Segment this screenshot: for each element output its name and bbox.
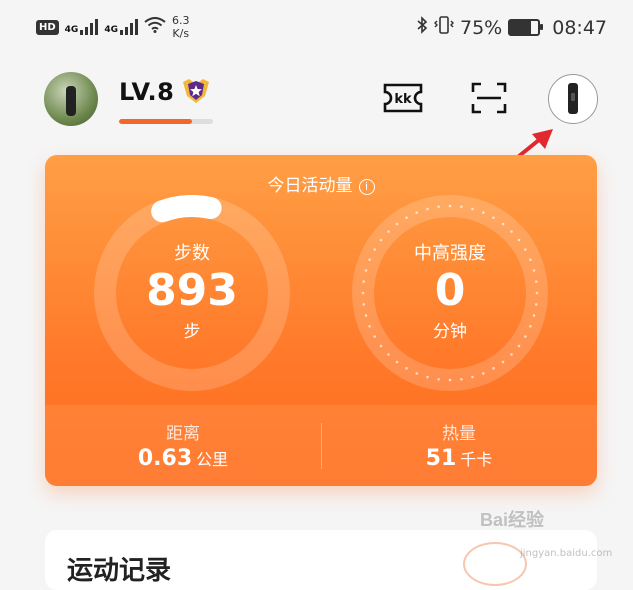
level-progress-fill bbox=[119, 119, 193, 124]
steps-summary: 步数 893 步 bbox=[94, 239, 290, 342]
clock: 08:47 bbox=[552, 16, 607, 39]
avatar[interactable] bbox=[44, 72, 98, 126]
sim1-label: 4G bbox=[64, 25, 79, 35]
sim2-signal-icon: 4G bbox=[104, 19, 138, 35]
status-right: 75% 08:47 bbox=[416, 16, 607, 39]
hd-icon: HD bbox=[36, 19, 59, 35]
sim2-label: 4G bbox=[104, 25, 118, 35]
battery-icon bbox=[508, 19, 544, 36]
intensity-tick bbox=[492, 367, 495, 370]
intensity-tick bbox=[415, 211, 418, 214]
intensity-tick bbox=[415, 372, 418, 375]
level-badge-icon bbox=[181, 76, 211, 104]
intensity-tick bbox=[510, 230, 513, 233]
battery-percent: 75% bbox=[460, 16, 503, 39]
battery-fill bbox=[510, 21, 532, 34]
info-icon[interactable]: i bbox=[358, 179, 375, 195]
kk-ticket-icon[interactable]: kk bbox=[381, 76, 425, 120]
intensity-unit: 分钟 bbox=[433, 322, 467, 342]
intensity-tick bbox=[405, 367, 408, 370]
activity-stats: 距离 0.63 公里 热量 51 千卡 bbox=[45, 405, 597, 486]
intensity-tick bbox=[426, 375, 429, 379]
intensity-tick bbox=[405, 216, 408, 219]
user-level[interactable]: LV.8 bbox=[119, 78, 174, 106]
intensity-tick bbox=[501, 222, 505, 226]
calories-value-row: 51 千卡 bbox=[321, 446, 597, 471]
svg-text:kk: kk bbox=[394, 92, 412, 107]
intensity-tick bbox=[482, 211, 485, 214]
activity-title: 今日活动量 i bbox=[45, 171, 597, 196]
intensity-tick bbox=[471, 375, 474, 379]
daily-activity-card[interactable]: 今日活动量 i 步数 893 步 中高强度 0 分钟 距离 0.63 公里 热量 5… bbox=[45, 155, 597, 486]
calories-label: 热量 bbox=[442, 424, 476, 444]
watermark-url: jingyan.baidu.com bbox=[520, 548, 613, 559]
intensity-name: 中高强度 bbox=[414, 243, 486, 264]
distance-stat: 距离 0.63 公里 bbox=[45, 419, 321, 471]
steps-value: 893 bbox=[146, 265, 238, 316]
network-speed: 6.3 K/s bbox=[172, 14, 190, 40]
intensity-tick bbox=[448, 204, 452, 208]
intensity-tick bbox=[460, 378, 463, 381]
intensity-tick bbox=[471, 207, 474, 211]
intensity-value: 0 bbox=[434, 265, 466, 316]
net-speed-unit: K/s bbox=[172, 27, 190, 40]
intensity-tick bbox=[426, 207, 429, 211]
intensity-tick bbox=[437, 378, 440, 381]
scan-icon[interactable] bbox=[467, 76, 511, 120]
wifi-icon bbox=[144, 17, 166, 37]
sim1-signal-icon: 4G bbox=[65, 19, 99, 35]
intensity-tick bbox=[387, 353, 390, 356]
band-device-icon bbox=[568, 83, 578, 114]
distance-unit: 公里 bbox=[196, 450, 229, 469]
intensity-tick bbox=[517, 344, 521, 348]
activity-title-text: 今日活动量 bbox=[267, 176, 353, 196]
intensity-tick bbox=[482, 372, 485, 375]
exercise-record-card[interactable]: 运动记录 bbox=[45, 530, 597, 590]
net-speed-value: 6.3 bbox=[171, 14, 190, 27]
distance-label: 距离 bbox=[166, 424, 200, 444]
intensity-summary: 中高强度 0 分钟 bbox=[352, 239, 548, 342]
steps-name: 步数 bbox=[174, 243, 210, 264]
watermark-logo: Bai经验 bbox=[480, 510, 545, 530]
intensity-tick bbox=[492, 216, 495, 219]
calories-value: 51 bbox=[425, 446, 457, 471]
record-decoration-icon bbox=[463, 542, 527, 586]
vibrate-icon bbox=[434, 16, 454, 39]
status-left: HD 4G 4G 6.3 K/s bbox=[36, 14, 189, 40]
intensity-tick bbox=[448, 378, 452, 382]
status-bar: HD 4G 4G 6.3 K/s 75% 08:47 bbox=[0, 0, 633, 58]
steps-unit: 步 bbox=[183, 322, 201, 342]
intensity-tick bbox=[510, 353, 513, 356]
intensity-tick bbox=[379, 344, 383, 348]
intensity-tick bbox=[395, 222, 399, 226]
intensity-tick bbox=[387, 230, 390, 233]
band-device-button[interactable] bbox=[548, 74, 598, 124]
intensity-tick bbox=[460, 205, 463, 208]
bluetooth-icon bbox=[416, 16, 428, 39]
distance-value-row: 0.63 公里 bbox=[45, 446, 321, 471]
record-title: 运动记录 bbox=[67, 556, 172, 586]
intensity-tick bbox=[501, 360, 505, 364]
calories-unit: 千卡 bbox=[460, 450, 493, 469]
intensity-tick bbox=[437, 205, 440, 208]
calories-stat: 热量 51 千卡 bbox=[321, 419, 597, 471]
level-progress-bar bbox=[119, 119, 213, 124]
intensity-tick bbox=[395, 360, 399, 364]
distance-value: 0.63 bbox=[137, 446, 193, 471]
